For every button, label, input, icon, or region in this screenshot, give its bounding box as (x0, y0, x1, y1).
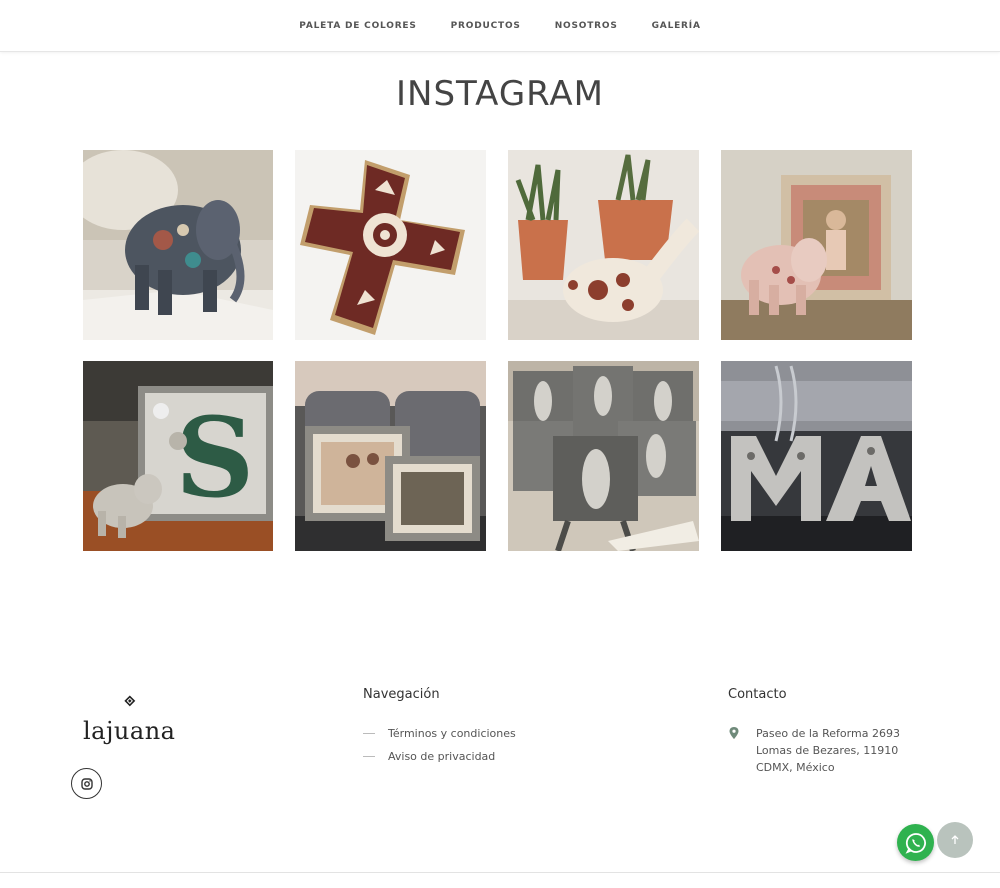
terms-link-label: Términos y condiciones (388, 727, 516, 740)
instagram-icon (80, 777, 93, 790)
nav-item-galeria[interactable]: GALERÍA (635, 21, 718, 31)
instagram-post[interactable]: S (83, 361, 273, 551)
privacy-link-label: Aviso de privacidad (388, 750, 496, 763)
brand-logo-text[interactable]: lajuana (83, 717, 175, 745)
svg-text:S: S (175, 393, 254, 522)
instagram-post[interactable] (508, 361, 699, 551)
instagram-post[interactable] (508, 150, 699, 340)
nav-menu: PALETA DE COLORES PRODUCTOS NOSOTROS GAL… (0, 0, 1000, 52)
instagram-post[interactable] (295, 361, 486, 551)
address-line: Lomas de Bezares, 11910 (756, 744, 899, 757)
instagram-post[interactable] (721, 150, 912, 340)
terms-link[interactable]: Términos y condiciones (363, 727, 516, 740)
nav-item-productos[interactable]: PRODUCTOS (434, 21, 538, 31)
instagram-post[interactable] (295, 150, 486, 340)
nav-item-nosotros[interactable]: NOSOTROS (538, 21, 635, 31)
instagram-post[interactable] (721, 361, 912, 551)
whatsapp-icon (905, 832, 926, 854)
instagram-grid: S (83, 150, 914, 551)
address-line: Paseo de la Reforma 2693 (756, 727, 900, 740)
top-navigation: PALETA DE COLORES PRODUCTOS NOSOTROS GAL… (0, 0, 1000, 52)
nav-item-paleta[interactable]: PALETA DE COLORES (282, 21, 433, 31)
instagram-button[interactable] (71, 768, 102, 799)
arrow-up-icon (951, 835, 959, 844)
privacy-link[interactable]: Aviso de privacidad (363, 750, 495, 763)
contact-address: Paseo de la Reforma 2693 Lomas de Bezare… (756, 725, 900, 776)
whatsapp-button[interactable] (897, 824, 934, 861)
dash-divider (363, 733, 375, 734)
navigation-heading: Navegación (363, 687, 440, 702)
instagram-post[interactable] (83, 150, 273, 340)
footer-divider (0, 872, 1000, 873)
map-pin-icon (729, 727, 739, 739)
scroll-top-button[interactable] (937, 822, 973, 858)
section-title: INSTAGRAM (395, 74, 605, 114)
address-line: CDMX, México (756, 761, 835, 774)
contact-heading: Contacto (728, 687, 787, 702)
dash-divider (363, 756, 375, 757)
